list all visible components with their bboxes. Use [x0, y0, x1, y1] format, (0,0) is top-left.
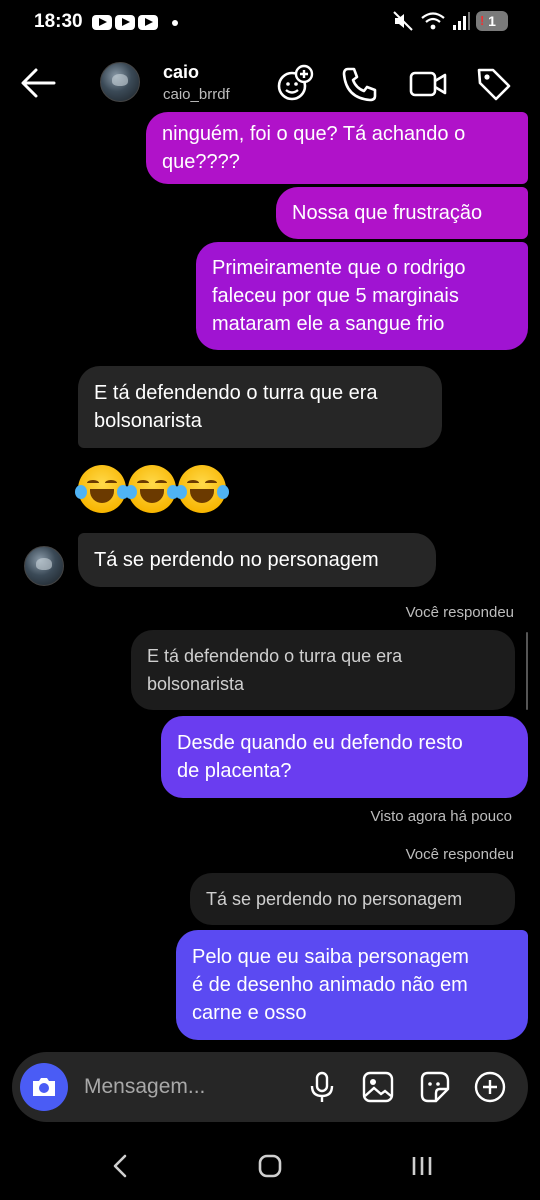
more-notifications-dot: [172, 20, 178, 26]
camera-icon: [33, 1078, 55, 1096]
tag-icon[interactable]: [474, 64, 514, 104]
message-text: de placenta?: [177, 760, 292, 782]
wifi-icon: [421, 12, 445, 30]
sent-message[interactable]: Desde quando eu defendo resto de placent…: [161, 716, 528, 798]
video-icon[interactable]: [408, 64, 448, 104]
replied-message-quote[interactable]: E tá defendendo o turra que era bolsonar…: [131, 630, 515, 710]
message-text: ninguém, foi o que? Tá achando o: [162, 123, 466, 145]
sender-avatar[interactable]: [24, 546, 64, 586]
sent-message[interactable]: Nossa que frustração: [276, 187, 528, 239]
notification-icons: [92, 15, 158, 30]
signal-icon: [453, 12, 470, 30]
status-right: ! 1: [392, 10, 508, 32]
image-icon[interactable]: [360, 1069, 396, 1105]
youtube-notification-icon: [92, 15, 112, 30]
reply-indicator-line: [526, 632, 528, 710]
contact-username[interactable]: caio_brrdf: [163, 86, 230, 103]
message-text: Pelo que eu saiba personagem: [192, 946, 469, 968]
battery-level: 1: [488, 13, 496, 29]
system-nav-bar: [0, 1135, 540, 1195]
seen-status: Visto agora há pouco: [370, 808, 513, 825]
nav-recents-icon[interactable]: [402, 1150, 442, 1182]
quote-text: Tá se perdendo no personagem: [206, 889, 463, 909]
plus-icon[interactable]: [472, 1069, 508, 1105]
contact-avatar[interactable]: [100, 62, 140, 102]
message-text: E tá defendendo o turra que era: [94, 382, 378, 404]
sent-message[interactable]: ninguém, foi o que? Tá achando o que????: [146, 112, 528, 184]
nav-home-icon[interactable]: [250, 1150, 290, 1182]
message-text: faleceu por que 5 marginais: [212, 285, 459, 307]
sticker-icon[interactable]: [416, 1069, 452, 1105]
phone-icon[interactable]: [340, 64, 380, 104]
message-text: Desde quando eu defendo resto: [177, 732, 463, 754]
message-text: Tá se perdendo no personagem: [94, 549, 379, 571]
replied-message-quote[interactable]: Tá se perdendo no personagem: [190, 873, 515, 925]
reply-label: Você respondeu: [405, 846, 514, 863]
quote-text: bolsonarista: [147, 674, 245, 694]
quote-text: E tá defendendo o turra que era: [147, 646, 403, 666]
reply-label: Você respondeu: [405, 604, 514, 621]
battery-indicator: ! 1: [476, 11, 508, 31]
camera-button[interactable]: [20, 1063, 68, 1111]
message-text: que????: [162, 151, 240, 173]
emoji-message[interactable]: [75, 465, 229, 513]
add-people-icon[interactable]: [274, 64, 314, 104]
tears-of-joy-emoji-icon: [75, 465, 129, 513]
message-text: mataram ele a sangue frio: [212, 313, 445, 335]
message-input[interactable]: [84, 1052, 294, 1122]
sent-message[interactable]: Pelo que eu saiba personagem é de desenh…: [176, 930, 528, 1040]
message-text: bolsonarista: [94, 410, 202, 432]
message-text: Nossa que frustração: [292, 202, 483, 224]
youtube-notification-icon: [115, 15, 135, 30]
youtube-notification-icon: [138, 15, 158, 30]
status-time: 18:30: [34, 11, 83, 32]
received-message[interactable]: E tá defendendo o turra que era bolsonar…: [78, 366, 442, 448]
sent-message[interactable]: Primeiramente que o rodrigo faleceu por …: [196, 242, 528, 350]
message-text: Primeiramente que o rodrigo: [212, 257, 466, 279]
nav-back-icon[interactable]: [100, 1150, 140, 1182]
chat-header: caio caio_brrdf: [0, 48, 540, 118]
message-composer: [12, 1052, 528, 1122]
tears-of-joy-emoji-icon: [125, 465, 179, 513]
status-bar: 18:30 ! 1: [0, 0, 540, 48]
contact-name[interactable]: caio: [163, 62, 199, 83]
tears-of-joy-emoji-icon: [175, 465, 229, 513]
back-arrow-icon[interactable]: [18, 64, 60, 102]
received-message[interactable]: Tá se perdendo no personagem: [78, 533, 436, 587]
microphone-icon[interactable]: [304, 1069, 340, 1105]
mute-icon: [393, 11, 413, 31]
battery-warning-icon: !: [480, 13, 485, 28]
message-text: é de desenho animado não em: [192, 974, 468, 996]
message-text: carne e osso: [192, 1002, 307, 1024]
